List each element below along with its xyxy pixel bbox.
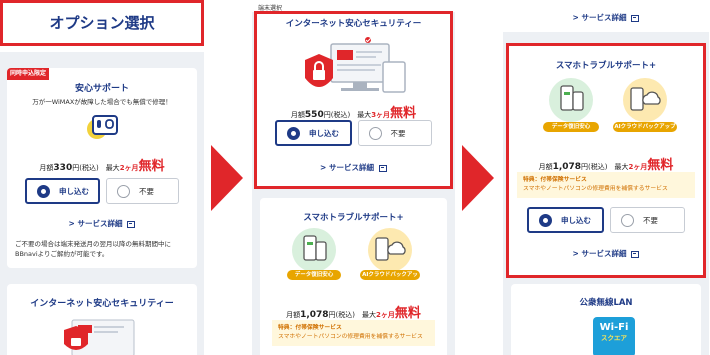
screen-option-select: オプション選択 同時申込限定 安心サポート 万が一WiMAXが故障した場合でも無… [0, 0, 204, 355]
security-title: インターネット安心セキュリティー [30, 299, 174, 309]
security-card: インターネット安心セキュリティー 月額550円(税込) 最大3ヶ月無料 申し込む… [255, 12, 452, 188]
perk-text: スマホやノートパソコンの修理費用を補償するサービス [523, 186, 668, 192]
anshin-apply-option[interactable]: 申し込む [25, 178, 100, 204]
perk-box: 特典：付帯保険サービス スマホやノートパソコンの修理費用を補償するサービス [517, 172, 695, 198]
radio-selected-icon [37, 184, 50, 198]
top-bar: 端末選択 [252, 0, 455, 12]
public-wifi-card: 公衆無線LAN Wi-Fi スクエア [511, 284, 701, 355]
page-header: オプション選択 [0, 0, 204, 52]
smartphone-support-card: スマホトラブルサポート+ データ復旧安心 AIクラウドバックアップ 月額1,07… [260, 198, 447, 355]
radio-unselected-icon [621, 213, 634, 227]
anshin-title: 安心サポート [74, 84, 129, 94]
window-icon [631, 250, 640, 258]
security-detail-link[interactable]: > サービス詳細 [255, 162, 452, 173]
router-icon [87, 115, 118, 139]
smartphone-detail-link[interactable]: > サービス詳細 [507, 248, 705, 259]
smartphone-title: スマホトラブルサポート+ [303, 213, 404, 223]
header-label: 端末選択 [258, 5, 283, 12]
radio-selected-icon [287, 126, 300, 140]
data-recovery-chip: データ復旧安心 [287, 270, 341, 280]
security-detail-link[interactable]: > サービス詳細 [503, 12, 709, 23]
screen-option-smartphone: > サービス詳細 スマホトラブルサポート+ データ復旧安心 AIクラウドバックア… [503, 0, 709, 355]
security-devices-icon [64, 319, 135, 355]
security-price: 月額550円(税込) 最大3ヶ月無料 [290, 106, 417, 121]
smartphone-options: 申し込む 不要 [527, 207, 685, 233]
next-arrow-icon [462, 145, 494, 211]
data-recovery-icon [292, 228, 336, 272]
anshin-detail-link[interactable]: > サービス詳細 [7, 218, 197, 229]
smartphone-title: スマホトラブルサポート+ [555, 61, 657, 71]
cloud-backup-icon [623, 78, 667, 122]
cloud-backup-icon [368, 228, 412, 272]
security-apply-option[interactable]: 申し込む [275, 120, 352, 146]
anshin-options: 申し込む 不要 [25, 178, 179, 204]
security-options: 申し込む 不要 [275, 120, 432, 146]
window-icon [127, 220, 136, 228]
perk-label: 特典：付帯保険サービス [523, 177, 587, 183]
anshin-note: ご不要の場合は端末発送月の翌月以降の無料期間中に BBnaviよりご解約が可能で… [15, 240, 171, 258]
screen-option-security: 端末選択 インターネット安心セキュリティー 月額550円(税込) 最大3ヶ月無料… [252, 0, 455, 355]
anshin-decline-option[interactable]: 不要 [106, 178, 179, 204]
data-recovery-chip: データ復旧安心 [543, 122, 599, 132]
security-devices-icon [305, 37, 406, 93]
page-title: オプション選択 [49, 14, 155, 32]
smartphone-price: 月額1,078円(税込) 最大2ヶ月無料 [538, 158, 674, 173]
data-recovery-icon [549, 78, 593, 122]
radio-selected-icon [539, 213, 552, 227]
radio-unselected-icon [117, 184, 130, 198]
anshin-price: 月額330円(税込) 最大2ヶ月無料 [39, 159, 165, 174]
public-wifi-title: 公衆無線LAN [579, 298, 633, 308]
security-card: インターネット安心セキュリティー [7, 284, 197, 355]
smartphone-price: 月額1,078円(税込) 最大2ヶ月無料 [286, 306, 421, 321]
limited-tag: 同時申込限定 [7, 68, 50, 80]
perk-text: スマホやノートパソコンの修理費用を補償するサービス [278, 334, 423, 340]
anshin-desc: 万が一WiMAXが故障した場合でも無償で修理！ [32, 98, 172, 106]
security-title: インターネット安心セキュリティー [285, 19, 422, 29]
perk-box: 特典：付帯保険サービス スマホやノートパソコンの修理費用を補償するサービス [272, 320, 435, 346]
smartphone-support-card: スマホトラブルサポート+ データ復旧安心 AIクラウドバックアップ 月額1,07… [507, 44, 705, 276]
next-arrow-icon [211, 145, 243, 211]
window-icon [378, 164, 387, 172]
wifi-square-logo: Wi-Fi スクエア [593, 317, 635, 355]
prev-card-tail: > サービス詳細 [503, 0, 709, 32]
security-decline-option[interactable]: 不要 [357, 120, 432, 146]
cloud-backup-chip: AIクラウドバックアップ [360, 270, 420, 288]
anshin-support-card: 同時申込限定 安心サポート 万が一WiMAXが故障した場合でも無償で修理！ 月額… [7, 68, 197, 268]
smartphone-apply-option[interactable]: 申し込む [527, 207, 604, 233]
perk-label: 特典：付帯保険サービス [278, 325, 342, 331]
window-icon [631, 14, 640, 22]
radio-unselected-icon [368, 126, 382, 140]
smartphone-decline-option[interactable]: 不要 [610, 207, 685, 233]
cloud-backup-chip: AIクラウドバックアップ [613, 122, 677, 132]
